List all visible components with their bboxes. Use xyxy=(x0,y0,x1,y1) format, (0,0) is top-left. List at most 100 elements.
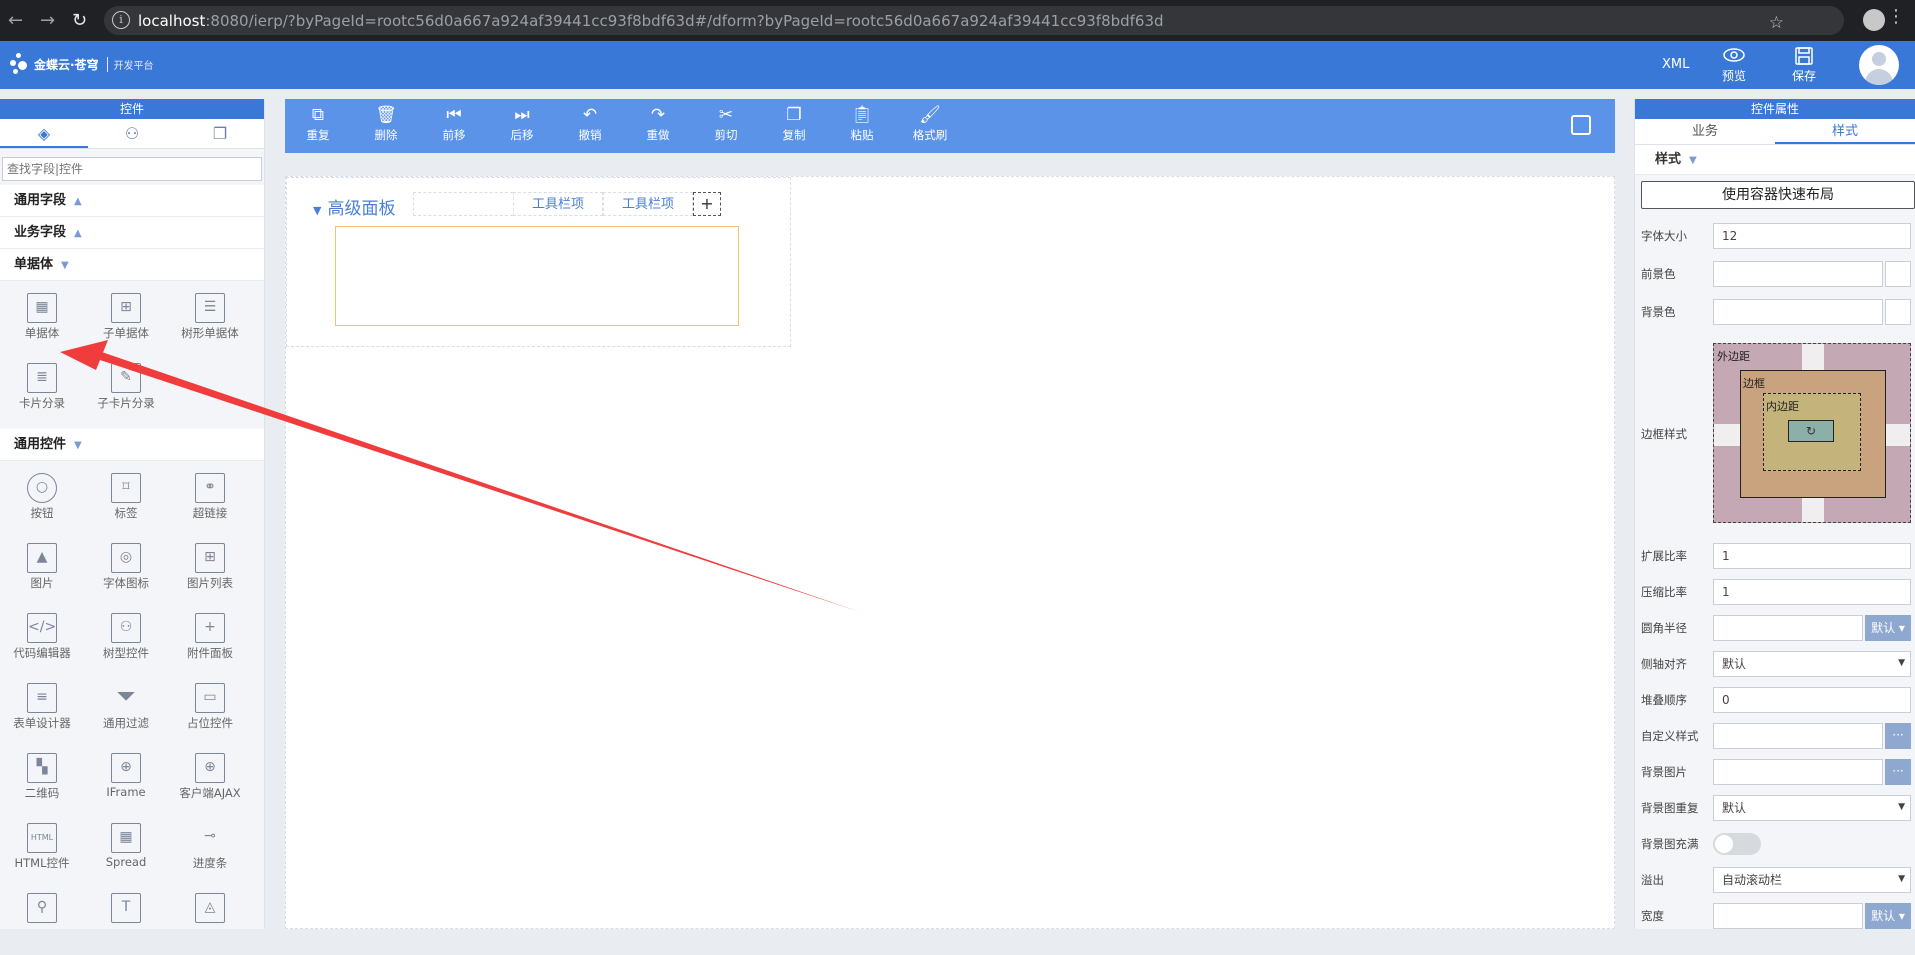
preview-button[interactable]: 预览 xyxy=(1722,47,1746,84)
save-button[interactable]: 保存 xyxy=(1792,47,1816,84)
radius-input[interactable] xyxy=(1713,615,1863,641)
control-item-image[interactable]: ▲ 图片 xyxy=(0,535,84,605)
quick-layout-button[interactable]: 使用容器快速布局 xyxy=(1641,181,1915,209)
control-item-code-editor[interactable]: </> 代码编辑器 xyxy=(0,605,84,675)
overflow-select[interactable]: 自动滚动栏 xyxy=(1713,867,1911,893)
font-size-input[interactable]: 12 xyxy=(1713,223,1911,249)
copy-button[interactable]: ❐ 复制 xyxy=(769,103,819,143)
refresh-icon[interactable]: ↻ xyxy=(1788,420,1834,442)
panel-toolbar-item-1[interactable]: 工具栏项 xyxy=(513,192,603,216)
background-color-picker[interactable] xyxy=(1885,299,1911,325)
width-unit-select[interactable]: 默认 ▾ xyxy=(1865,903,1911,929)
tree-table-icon: ☰ xyxy=(195,293,225,323)
browser-menu-icon[interactable]: ⋮ xyxy=(1887,6,1905,27)
advanced-panel-title[interactable]: ▼ 高级面板 xyxy=(313,194,395,219)
control-item-card-entry[interactable]: ≣ 卡片分录 xyxy=(0,355,84,425)
control-item-hyperlink[interactable]: ⚭ 超链接 xyxy=(168,465,252,535)
tab-templates[interactable]: ❐ xyxy=(176,119,264,148)
delete-button[interactable]: 🗑︎ 删除 xyxy=(361,103,411,143)
section-common-controls[interactable]: 通用控件 ▼ xyxy=(0,429,264,461)
box-model-padding[interactable]: 内边距 ↻ xyxy=(1763,393,1861,471)
control-item-entry-entity[interactable]: ▦ 单据体 xyxy=(0,285,84,355)
section-common-fields[interactable]: 通用字段 ▲ xyxy=(0,185,264,217)
fullscreen-icon[interactable] xyxy=(1571,115,1591,135)
bg-repeat-select[interactable]: 默认 xyxy=(1713,795,1911,821)
cross-align-select[interactable]: 默认 xyxy=(1713,651,1911,677)
control-item-text[interactable]: T xyxy=(84,885,168,955)
advanced-panel-body[interactable] xyxy=(335,226,739,326)
more-dots-icon[interactable]: ··· xyxy=(1885,723,1911,749)
advanced-panel[interactable]: ▼ 高级面板 工具栏项 工具栏项 + xyxy=(286,177,791,347)
tab-business[interactable]: 业务 xyxy=(1635,119,1775,144)
foreground-color-picker[interactable] xyxy=(1885,261,1911,287)
format-painter-button[interactable]: 🖌︎ 格式刷 xyxy=(905,103,955,143)
cut-button[interactable]: ✂ 剪切 xyxy=(701,103,751,143)
control-item-tree-entry-entity[interactable]: ☰ 树形单据体 xyxy=(168,285,252,355)
tab-layers[interactable]: ◈ xyxy=(0,119,88,148)
paste-button[interactable]: 📋︎ 粘贴 xyxy=(837,103,887,143)
move-forward-button[interactable]: ⏮ 前移 xyxy=(429,103,479,143)
control-item-attachment[interactable]: + 附件面板 xyxy=(168,605,252,675)
shrink-input[interactable]: 1 xyxy=(1713,579,1911,605)
control-item-label[interactable]: ⌑ 标签 xyxy=(84,465,168,535)
control-item-search[interactable]: ⚲ xyxy=(0,885,84,955)
foreground-color-input[interactable] xyxy=(1713,261,1883,287)
repeat-button[interactable]: ⧉ 重复 xyxy=(293,103,343,143)
html-icon: HTML xyxy=(27,823,57,853)
control-item-tree[interactable]: ⚇ 树型控件 xyxy=(84,605,168,675)
design-canvas[interactable]: ▼ 高级面板 工具栏项 工具栏项 + xyxy=(285,176,1615,929)
control-item-placeholder[interactable]: ▭ 占位控件 xyxy=(168,675,252,745)
back-icon[interactable]: ← xyxy=(8,10,23,31)
account-icon[interactable] xyxy=(1863,9,1885,31)
control-search-input[interactable] xyxy=(2,157,262,181)
control-item-form-designer[interactable]: ≡ 表单设计器 xyxy=(0,675,84,745)
radius-unit-select[interactable]: 默认 ▾ xyxy=(1865,615,1911,641)
address-bar[interactable]: i localhost:8080/ierp/?byPageId=rootc56d… xyxy=(104,6,1844,35)
zindex-input[interactable]: 0 xyxy=(1713,687,1911,713)
control-item-client-ajax[interactable]: ⊕ 客户端AJAX xyxy=(168,745,252,815)
panel-toolbar-item-2[interactable]: 工具栏项 xyxy=(603,192,693,216)
bg-image-input[interactable] xyxy=(1713,759,1883,785)
reload-icon[interactable]: ↻ xyxy=(72,10,87,31)
bg-fill-toggle[interactable] xyxy=(1713,833,1761,855)
spread-icon: ▦ xyxy=(111,823,141,853)
site-info-icon[interactable]: i xyxy=(112,11,130,29)
control-item-sub-card-entry[interactable]: ✎ 子卡片分录 xyxy=(84,355,168,425)
control-item-filter[interactable]: ⏷ 通用过滤 xyxy=(84,675,168,745)
panel-toolbar-blank[interactable] xyxy=(413,192,513,216)
bookmark-star-icon[interactable]: ☆ xyxy=(1769,13,1784,33)
control-item-font-icon[interactable]: ◎ 字体图标 xyxy=(84,535,168,605)
border-label: 边框 xyxy=(1743,377,1765,390)
tab-style[interactable]: 样式 xyxy=(1775,119,1915,144)
control-item-sub-entry-entity[interactable]: ⊞ 子单据体 xyxy=(84,285,168,355)
width-input[interactable] xyxy=(1713,903,1863,929)
tab-tree[interactable]: ⚇ xyxy=(88,119,176,148)
section-single-entity[interactable]: 单据体 ▼ xyxy=(0,249,264,281)
custom-style-input[interactable] xyxy=(1713,723,1883,749)
control-item-html[interactable]: HTML HTML控件 xyxy=(0,815,84,885)
add-toolbar-item-button[interactable]: + xyxy=(693,192,721,216)
grow-input[interactable]: 1 xyxy=(1713,543,1911,569)
section-business-fields[interactable]: 业务字段 ▲ xyxy=(0,217,264,249)
control-item-button[interactable]: ○ 按钮 xyxy=(0,465,84,535)
collapse-triangle-icon: ▼ xyxy=(313,204,322,217)
control-item-image-list[interactable]: ⊞ 图片列表 xyxy=(168,535,252,605)
control-item-spread[interactable]: ▦ Spread xyxy=(84,815,168,885)
move-back-button[interactable]: ⏭ 后移 xyxy=(497,103,547,143)
xml-button[interactable]: XML xyxy=(1662,57,1689,72)
box-model-border[interactable]: 边框 内边距 ↻ xyxy=(1740,370,1886,498)
link-icon: ⚭ xyxy=(195,473,225,503)
user-avatar[interactable] xyxy=(1859,45,1899,85)
box-model-editor[interactable]: 外边距 边框 内边距 ↻ xyxy=(1713,343,1911,523)
url-text[interactable]: localhost:8080/ierp/?byPageId=rootc56d0a… xyxy=(138,12,1164,30)
forward-icon[interactable]: → xyxy=(40,10,55,31)
control-item-iframe[interactable]: ⊕ IFrame xyxy=(84,745,168,815)
style-section-header[interactable]: 样式 ▼ xyxy=(1635,145,1915,175)
undo-button[interactable]: ↶ 撤销 xyxy=(565,103,615,143)
background-color-input[interactable] xyxy=(1713,299,1883,325)
more-dots-icon[interactable]: ··· xyxy=(1885,759,1911,785)
control-item-picture[interactable]: ◬ xyxy=(168,885,252,955)
redo-button[interactable]: ↷ 重做 xyxy=(633,103,683,143)
control-item-progress[interactable]: ⊸ 进度条 xyxy=(168,815,252,885)
control-item-qrcode[interactable]: ▚ 二维码 xyxy=(0,745,84,815)
